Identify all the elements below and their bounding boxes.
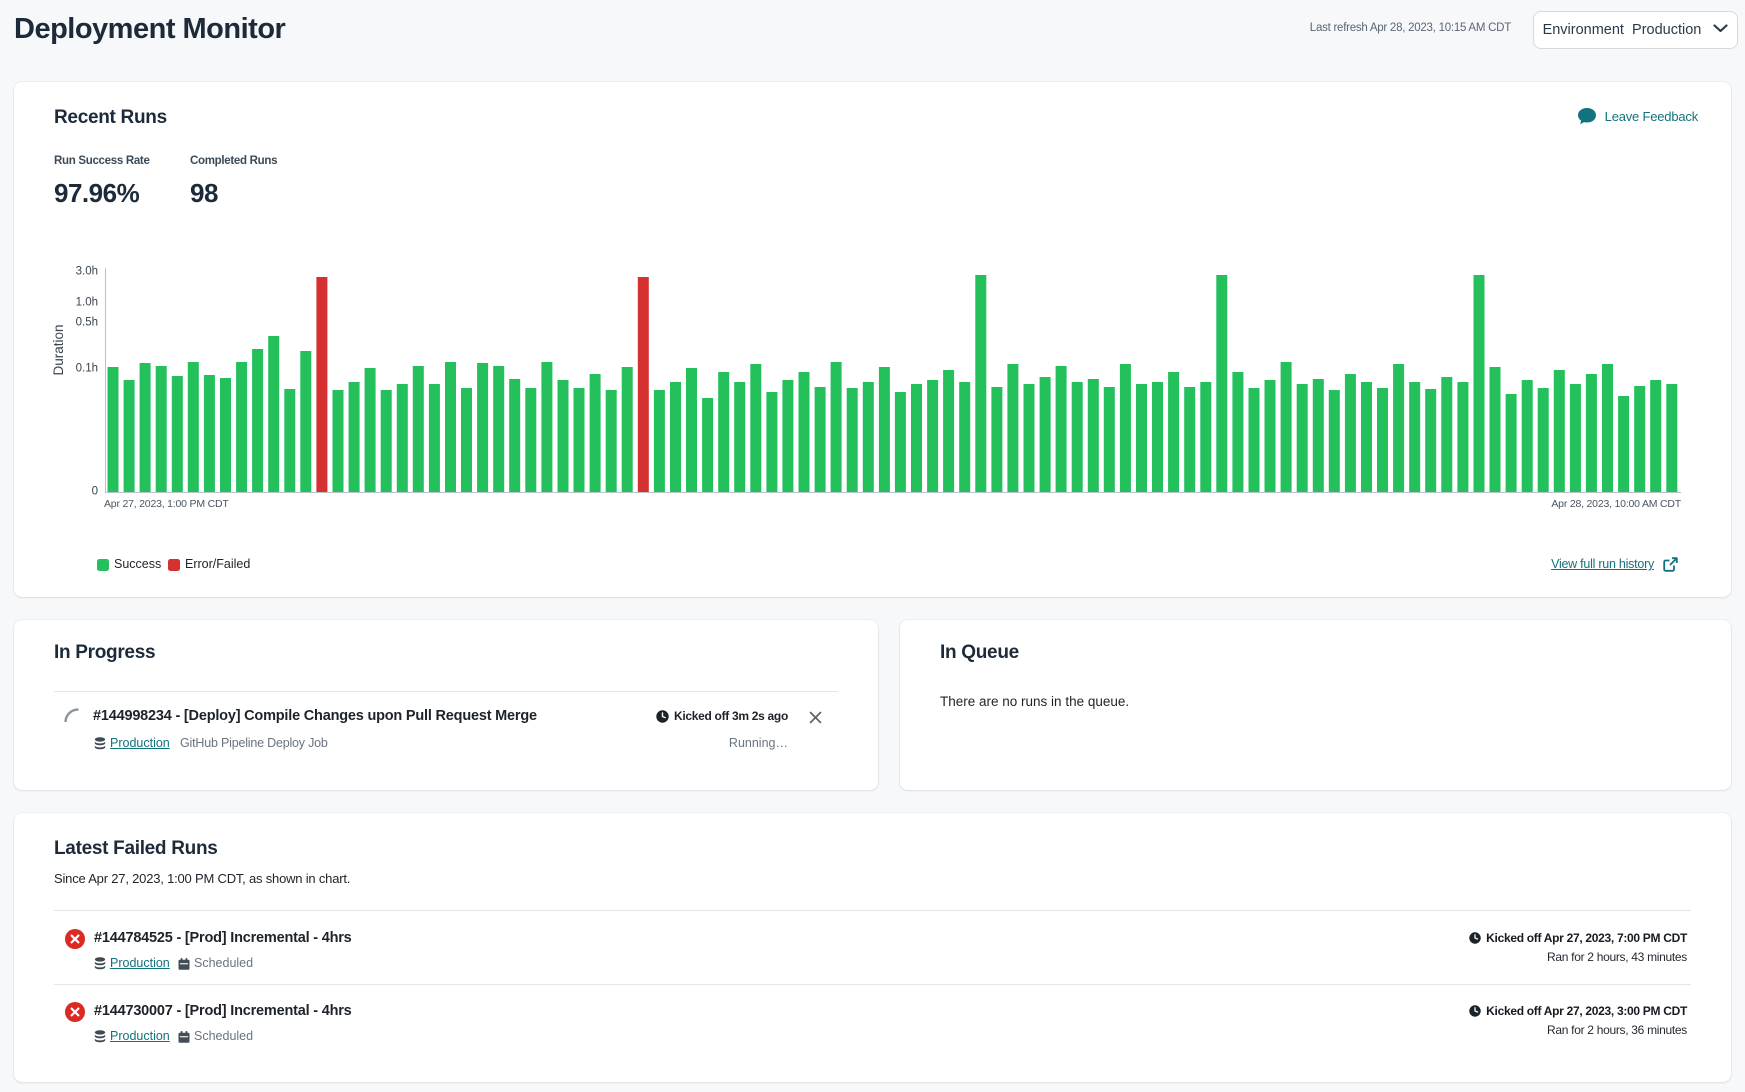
svg-text:Duration: Duration <box>51 324 66 375</box>
svg-text:Apr 28, 2023, 10:00 AM CDT: Apr 28, 2023, 10:00 AM CDT <box>1551 498 1681 510</box>
svg-text:1.0h: 1.0h <box>76 297 98 309</box>
svg-text:Apr 27, 2023, 1:00 PM CDT: Apr 27, 2023, 1:00 PM CDT <box>104 498 229 510</box>
svg-text:3.0h: 3.0h <box>76 266 98 278</box>
svg-text:0: 0 <box>92 486 98 498</box>
svg-text:0.1h: 0.1h <box>76 363 98 375</box>
svg-text:0.5h: 0.5h <box>76 317 98 329</box>
